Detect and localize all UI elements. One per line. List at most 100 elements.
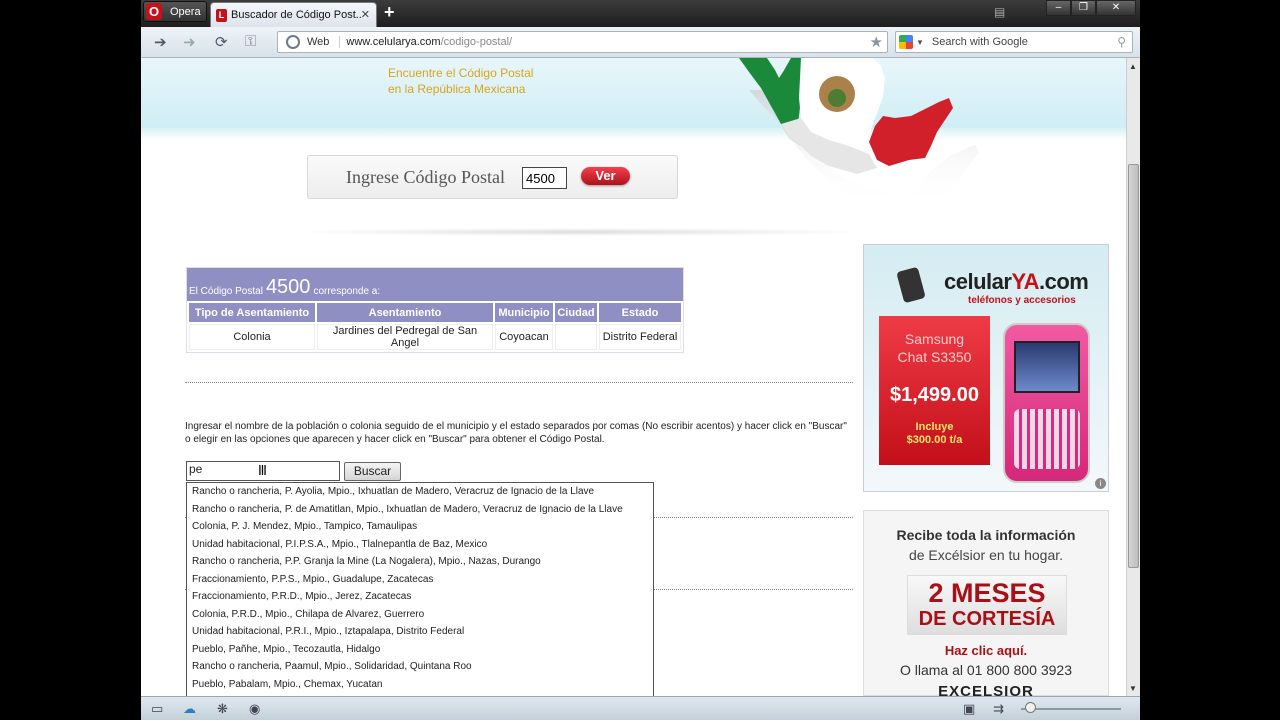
postal-code-input[interactable] (522, 167, 567, 189)
buscar-button[interactable]: Buscar (344, 462, 401, 481)
column-header: Municipio (495, 303, 553, 322)
table-cell: Colonia (189, 324, 315, 350)
tab-bar: O Opera L Buscador de Código Post... ✕ +… (141, 0, 1140, 27)
fit-icon[interactable]: ⇉ (993, 701, 1004, 717)
suggestion-item[interactable]: Rancho o rancheria, P. de Amatitlan, Mpi… (187, 501, 653, 519)
vertical-scrollbar[interactable]: ▲ ▼ (1126, 58, 1140, 696)
ver-button[interactable]: Ver (581, 167, 630, 185)
trash-icon[interactable]: ▤ (994, 5, 1006, 19)
page-viewport: Encuentre el Código Postal en la Repúbli… (141, 58, 1126, 696)
caption-prefix: El Código Postal (189, 286, 263, 297)
postal-code-search-box: Ingrese Código Postal Ver (307, 155, 678, 199)
column-header: Asentamiento (317, 303, 493, 322)
column-header: Estado (599, 303, 681, 322)
table-header-row: Tipo de Asentamiento Asentamiento Munici… (189, 303, 681, 322)
address-bar[interactable]: Web www.celularya.com/codigo-postal/ ★ (277, 31, 888, 53)
favicon-icon: L (216, 8, 227, 22)
new-tab-button[interactable]: + (384, 2, 395, 23)
ad-subtitle: teléfonos y accesorios (968, 295, 1076, 306)
search-box[interactable]: ▼ Search with Google ⚲ (895, 31, 1133, 53)
tab-title: Buscador de Código Post... (231, 9, 361, 21)
caption-suffix: corresponde a: (313, 286, 381, 297)
zoom-slider-track[interactable] (1021, 708, 1121, 710)
suggestion-item[interactable]: Unidad habitacional, P.I.P.S.A., Mpio., … (187, 536, 653, 554)
suggestion-item[interactable]: Rancho o rancheria, Paamul, Mpio., Solid… (187, 658, 653, 676)
search-icon[interactable]: ⚲ (1117, 35, 1126, 49)
scroll-down-icon[interactable]: ▼ (1129, 684, 1137, 693)
celularya-ad[interactable]: celularYA.com teléfonos y accesorios Sam… (863, 244, 1109, 492)
star-icon[interactable]: ★ (870, 33, 883, 51)
ad2-line1: Recibe toda la información (896, 527, 1076, 543)
opera-menu-label: Opera (170, 5, 201, 18)
scrollbar-thumb[interactable] (1128, 164, 1139, 568)
minimize-icon[interactable]: – (1046, 0, 1071, 16)
turbo-icon[interactable]: ❋ (217, 701, 228, 717)
excelsior-ad[interactable]: Recibe toda la información de Excélsior … (863, 510, 1109, 696)
scroll-up-icon[interactable]: ▲ (1129, 62, 1137, 71)
ad2-brand: EXCELSIOR (938, 683, 1034, 696)
suggestion-item[interactable]: Fraccionamiento, P.P.S., Mpio., Guadalup… (187, 571, 653, 589)
search-instructions: Ingresar el nombre de la población o col… (185, 421, 847, 445)
results-caption: El Código Postal 4500 corresponde a: (187, 268, 683, 301)
restore-icon[interactable]: ❐ (1071, 0, 1096, 16)
tab-active[interactable]: L Buscador de Código Post... ✕ (210, 2, 377, 27)
back-arrow-icon[interactable]: ➔ (154, 33, 167, 51)
opera-menu-button[interactable]: O Opera (143, 1, 207, 22)
tagline-line1: Encuentre el Código Postal (388, 66, 534, 80)
tagline-line2: en la República Mexicana (388, 82, 526, 96)
table-cell: Distrito Federal (599, 324, 681, 350)
table-cell: Coyoacan (495, 324, 553, 350)
reload-icon[interactable]: ⟳ (215, 33, 228, 51)
autocomplete-dropdown: Rancho o rancheria, P. Ayolia, Mpio., Ix… (186, 482, 654, 696)
address-scheme-label: Web (307, 36, 341, 48)
suggestion-item[interactable]: Colonia, P. J. Mendez, Mpio., Tampico, T… (187, 518, 653, 536)
column-header: Tipo de Asentamiento (189, 303, 315, 322)
phone-icon (896, 266, 926, 304)
column-header: Ciudad (555, 303, 597, 322)
phone-image (1003, 323, 1090, 483)
dotted-divider (185, 382, 853, 383)
window-close-icon[interactable]: ✕ (1096, 0, 1136, 16)
key-icon[interactable]: ⚿ (245, 33, 256, 50)
text-cursor-icon: Ⅲ (258, 463, 267, 478)
suggestion-item[interactable]: Pueblo, Pabalam, Mpio., Chemax, Yucatan (187, 676, 653, 694)
suggestion-item[interactable]: Colonia, P.R.D., Mpio., Chilapa de Alvar… (187, 606, 653, 624)
forward-arrow-icon[interactable]: ➜ (183, 33, 196, 51)
site-tagline: Encuentre el Código Postal en la Repúbli… (388, 65, 533, 97)
suggestion-item[interactable]: Rancho o rancheria, P.P. Granja la Mine … (187, 553, 653, 571)
ad-price-box: Samsung Chat S3350 $1,499.00 Incluye $300.… (879, 316, 990, 465)
panel-toggle-icon[interactable]: ▭ (151, 701, 163, 717)
google-icon[interactable] (899, 35, 913, 49)
table-cell (555, 324, 597, 350)
results-table: El Código Postal 4500 corresponde a: Tip… (186, 267, 684, 353)
ad2-offer: 2 MESES DE CORTESÍA (907, 575, 1067, 635)
suggestion-item[interactable]: Unidad habitacional, P.R.I., Mpio., Izta… (187, 623, 653, 641)
speed-dial-icon[interactable]: ◉ (249, 701, 260, 717)
address-url[interactable]: www.celularya.com/codigo-postal/ (346, 36, 512, 48)
globe-icon (286, 35, 300, 49)
search-placeholder: Search with Google (931, 36, 1028, 48)
divider-shadow (291, 228, 871, 236)
table-row: Colonia Jardines del Pedregal de San Ang… (189, 324, 681, 350)
ad2-line2: de Excélsior en tu hogar. (908, 547, 1064, 563)
url-path: /codigo-postal/ (440, 36, 513, 48)
ad-info-icon[interactable]: i (1095, 478, 1106, 489)
suggestion-item[interactable]: Pueblo, Pañhe, Mpio., Tecozautla, Hidalg… (187, 641, 653, 659)
navigation-bar: ➔ ➜ ⟳ ⚿ Web www.celularya.com/codigo-pos… (141, 27, 1140, 58)
tab-close-icon[interactable]: ✕ (361, 8, 370, 21)
view-icon[interactable]: ▣ (963, 701, 975, 717)
table-cell: Jardines del Pedregal de San Angel (317, 324, 493, 350)
suggestion-item[interactable]: Rancho o rancheria, P. Ayolia, Mpio., Ix… (187, 483, 653, 501)
ad2-cta[interactable]: Haz clic aquí. (864, 643, 1108, 658)
mexico-flag-map-image (739, 58, 979, 208)
zoom-slider-handle[interactable] (1025, 702, 1036, 713)
opera-logo-icon: O (146, 3, 162, 20)
url-domain: www.celularya.com (346, 36, 441, 48)
suggestion-item[interactable]: Fraccionamiento, P.R.D., Mpio., Jerez, Z… (187, 588, 653, 606)
status-bar: ▭ ☁ ❋ ◉ ▣ ⇉ (141, 696, 1140, 720)
result-postal-code: 4500 (265, 276, 311, 298)
unite-cloud-icon[interactable]: ☁ (183, 701, 196, 717)
ad-brand: celularYA.com (944, 269, 1089, 294)
postal-code-label: Ingrese Código Postal (346, 167, 505, 187)
chevron-down-icon[interactable]: ▼ (916, 38, 924, 47)
